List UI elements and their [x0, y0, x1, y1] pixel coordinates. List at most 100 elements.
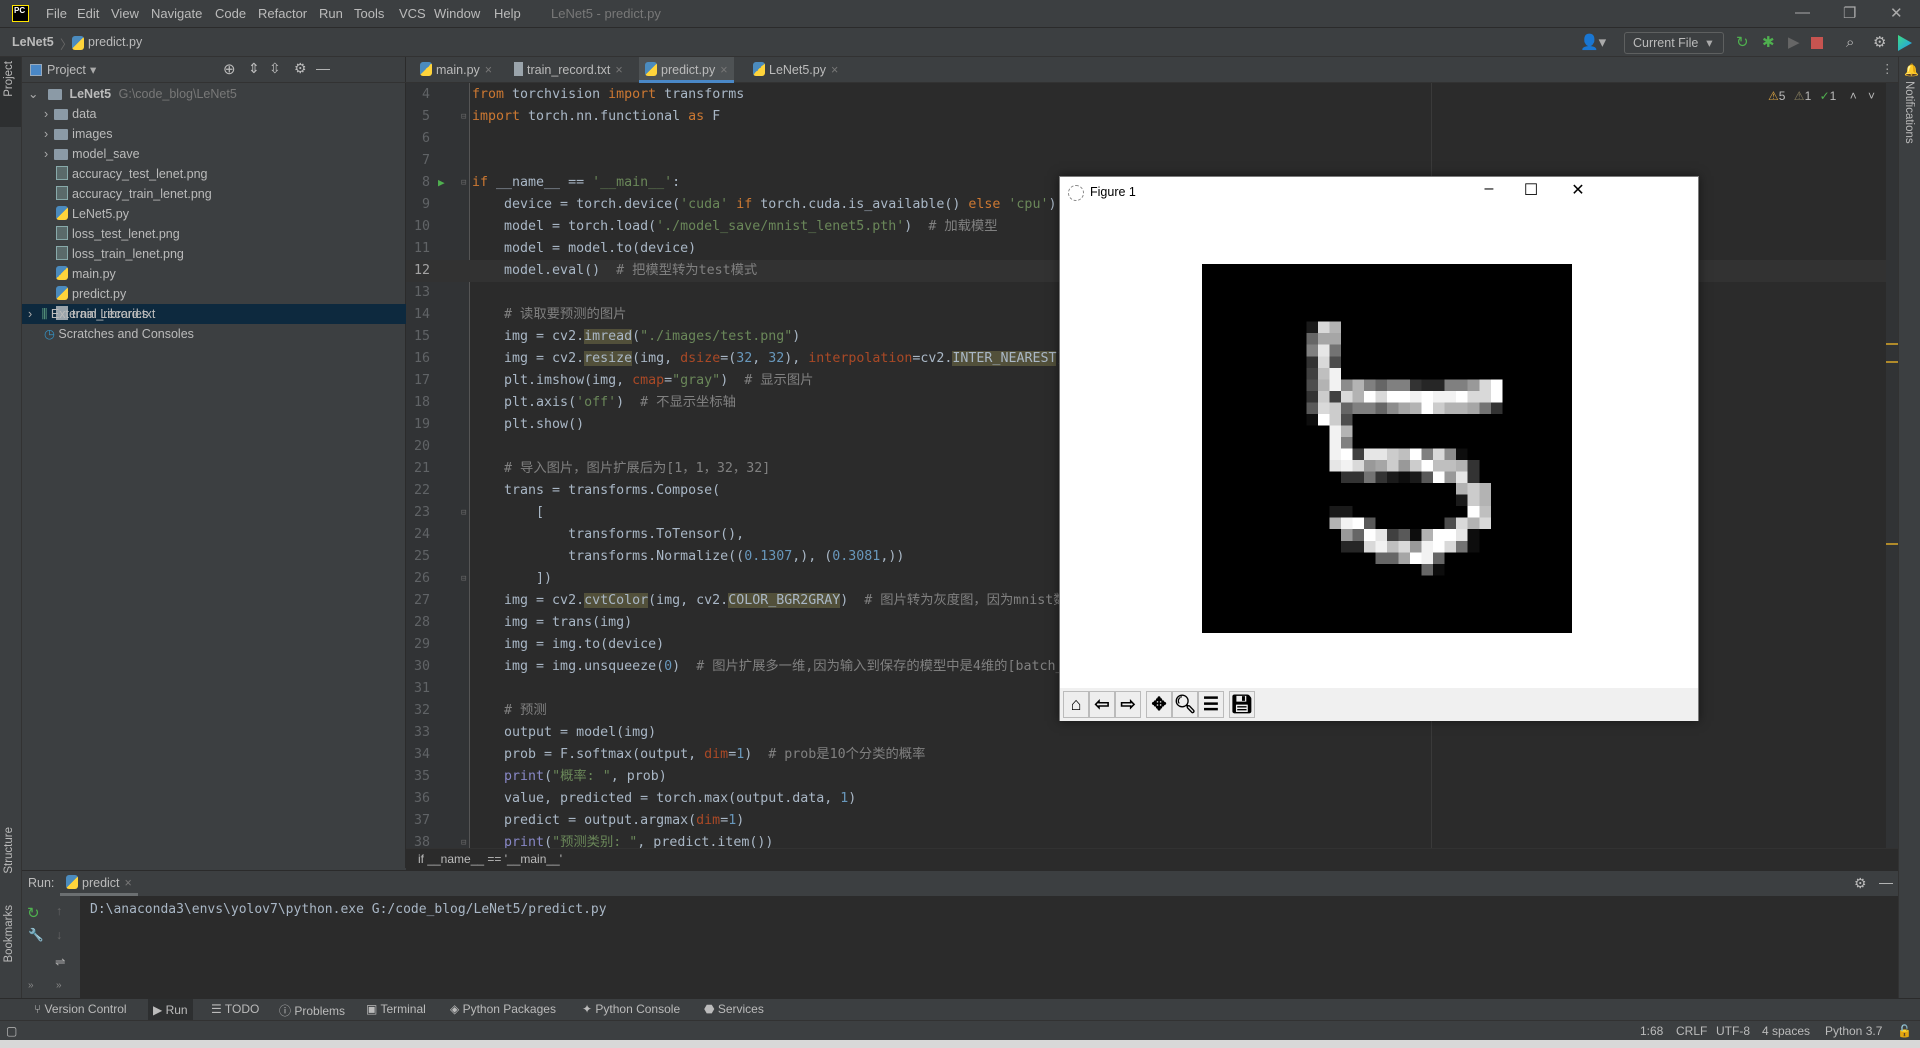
python-interpreter[interactable]: Python 3.7	[1825, 1024, 1882, 1038]
fold-icon[interactable]: ⊟	[461, 832, 466, 848]
figure-window[interactable]: Figure 1 – ☐ ✕ ⌂ ⇦ ⇨ ✥ 🔍︎ ☰ 💾︎	[1059, 176, 1699, 721]
tool-services[interactable]: ⬣ Services	[704, 1002, 764, 1016]
code-line[interactable]: 5 ⊟ import torch.nn.functional as F	[406, 106, 1898, 128]
coverage-icon[interactable]: ▶	[1788, 32, 1800, 54]
expand-all-icon[interactable]: ⇕	[248, 60, 260, 77]
tree-item[interactable]: › images	[22, 124, 406, 144]
bell-icon[interactable]: 🔔	[1904, 63, 1919, 77]
tool-todo[interactable]: ☰ TODO	[211, 1002, 259, 1016]
code-breadcrumb[interactable]: if __name__ == '__main__'	[406, 848, 1898, 870]
toolbox-icon[interactable]	[1898, 35, 1912, 51]
close-tab-icon[interactable]: ×	[485, 63, 492, 77]
home-icon[interactable]: ⌂	[1063, 691, 1089, 718]
close-icon[interactable]: ✕	[1563, 180, 1593, 200]
tab-train-record[interactable]: train_record.txt ×	[508, 57, 623, 83]
menu-view[interactable]: View	[111, 6, 139, 21]
tree-item[interactable]: loss_train_lenet.png	[22, 244, 406, 264]
console-output[interactable]: D:\anaconda3\envs\yolov7\python.exe G:/c…	[90, 902, 607, 917]
code-line[interactable]: 35 print("概率: ", prob)	[406, 766, 1898, 788]
more-tabs-icon[interactable]: ⋮	[1881, 61, 1894, 76]
run-tab-predict[interactable]: predict ×	[60, 871, 138, 896]
locate-icon[interactable]: ⊕	[223, 60, 236, 78]
fold-icon[interactable]: ⊟	[461, 502, 466, 524]
close-tab-icon[interactable]: ×	[615, 63, 622, 77]
gear-icon[interactable]: ⚙	[1873, 32, 1886, 54]
more-icon[interactable]: »	[56, 980, 62, 991]
tree-scratches[interactable]: ◷ Scratches and Consoles	[22, 324, 406, 344]
minimize-icon[interactable]: –	[1474, 180, 1504, 198]
structure-side-tab[interactable]: Structure	[3, 827, 15, 874]
zoom-icon[interactable]: 🔍︎	[1172, 691, 1198, 718]
caret-position[interactable]: 1:68	[1640, 1024, 1663, 1038]
project-side-tab[interactable]: Project	[0, 57, 21, 127]
notifications-side-tab[interactable]: Notifications	[1903, 81, 1915, 144]
menu-navigate[interactable]: Navigate	[151, 6, 202, 21]
debug-icon[interactable]: ✱	[1762, 32, 1775, 54]
gear-icon[interactable]: ⚙	[294, 60, 307, 77]
code-line[interactable]: 4 from torchvision import transforms	[406, 84, 1898, 106]
tab-predict-py[interactable]: predict.py ×	[639, 57, 734, 83]
code-line[interactable]: 37 predict = output.argmax(dim=1)	[406, 810, 1898, 832]
error-stripe-mark[interactable]	[1886, 361, 1898, 363]
user-icon[interactable]: 👤▾	[1580, 32, 1606, 54]
bookmarks-side-tab[interactable]: Bookmarks	[3, 905, 15, 963]
tab-lenet5-py[interactable]: LeNet5.py ×	[747, 57, 838, 83]
menu-code[interactable]: Code	[215, 6, 246, 21]
next-highlight-icon[interactable]: ˅	[1868, 89, 1875, 103]
rerun-icon[interactable]: ↻	[27, 904, 40, 922]
pan-icon[interactable]: ✥	[1146, 691, 1172, 718]
menu-tools[interactable]: Tools	[354, 6, 384, 21]
hide-icon[interactable]: —	[316, 60, 330, 76]
tree-item[interactable]: predict.py	[22, 284, 406, 304]
close-tab-icon[interactable]: ×	[125, 876, 132, 890]
project-view-select[interactable]: Project	[47, 63, 86, 77]
tree-item[interactable]: › data	[22, 104, 406, 124]
chevron-down-icon[interactable]: ▾	[90, 62, 96, 77]
menu-vcs[interactable]: VCS	[399, 6, 426, 21]
menu-file[interactable]: File	[46, 6, 67, 21]
code-line[interactable]: 38 ⊟ print("预测类别: ", predict.item())	[406, 832, 1898, 848]
tool-python-console[interactable]: ✦ Python Console	[582, 1002, 680, 1016]
more-icon[interactable]: »	[28, 980, 34, 991]
error-stripe-mark[interactable]	[1886, 343, 1898, 345]
lock-icon[interactable]: 🔓	[1897, 1024, 1912, 1038]
indent-setting[interactable]: 4 spaces	[1762, 1024, 1810, 1038]
tree-external-libraries[interactable]: › ⫼ External Libraries	[22, 304, 406, 324]
menu-window[interactable]: Window	[434, 6, 480, 21]
error-stripe-mark[interactable]	[1886, 543, 1898, 545]
close-tab-icon[interactable]: ×	[720, 63, 727, 77]
down-arrow-icon[interactable]: ↓	[56, 928, 62, 942]
code-line[interactable]: 6	[406, 128, 1898, 150]
code-line[interactable]: 7	[406, 150, 1898, 172]
run-gutter-icon[interactable]: ▶	[438, 172, 445, 194]
tool-python-packages[interactable]: ◈ Python Packages	[450, 1002, 556, 1016]
back-icon[interactable]: ⇦	[1089, 691, 1115, 718]
tree-item[interactable]: LeNet5.py	[22, 204, 406, 224]
tool-version-control[interactable]: ⑂ Version Control	[34, 1002, 127, 1016]
menu-help[interactable]: Help	[494, 6, 521, 21]
fold-icon[interactable]: ⊟	[461, 106, 466, 128]
layout-icon[interactable]: ▢	[6, 1024, 17, 1038]
rerun-icon[interactable]: ↻	[1736, 32, 1749, 54]
hide-icon[interactable]: —	[1879, 874, 1893, 890]
menu-edit[interactable]: Edit	[77, 6, 99, 21]
code-line[interactable]: 36 value, predicted = torch.max(output.d…	[406, 788, 1898, 810]
gear-icon[interactable]: ⚙	[1854, 875, 1867, 892]
search-icon[interactable]: ⌕	[1846, 32, 1854, 54]
close-icon[interactable]: ✕	[1890, 4, 1903, 22]
fold-icon[interactable]: ⊟	[461, 172, 466, 194]
line-separator[interactable]: CRLF	[1676, 1024, 1707, 1038]
stop-icon[interactable]	[1811, 37, 1823, 49]
restore-icon[interactable]: ❐	[1843, 4, 1856, 22]
tree-item[interactable]: accuracy_test_lenet.png	[22, 164, 406, 184]
forward-icon[interactable]: ⇨	[1115, 691, 1141, 718]
tree-item[interactable]: › model_save	[22, 144, 406, 164]
save-icon[interactable]: 💾︎	[1229, 691, 1255, 718]
tab-main-py[interactable]: main.py ×	[414, 57, 492, 83]
wrench-icon[interactable]: 🔧	[28, 928, 44, 943]
menu-run[interactable]: Run	[319, 6, 343, 21]
tree-item[interactable]: accuracy_train_lenet.png	[22, 184, 406, 204]
breadcrumb-file[interactable]: predict.py	[88, 35, 142, 49]
prev-highlight-icon[interactable]: ˄	[1850, 89, 1857, 103]
inspection-widget[interactable]: ⚠5 ⚠1 ✓1 ˄ ˅	[1768, 89, 1875, 103]
